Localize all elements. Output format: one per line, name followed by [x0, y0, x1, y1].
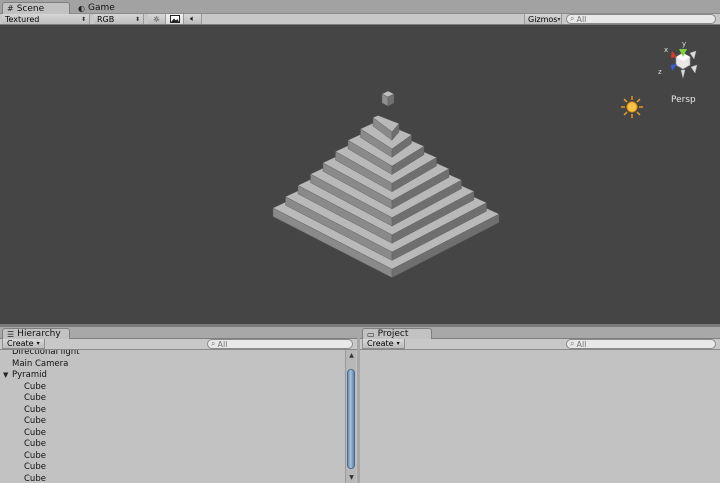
- scene-audio-toggle[interactable]: 🔈︎: [184, 14, 202, 24]
- tab-game-label: Game: [87, 3, 115, 13]
- scroll-down-icon[interactable]: ▼: [347, 473, 356, 482]
- tab-hierarchy[interactable]: ☰ Hierarchy: [2, 328, 70, 339]
- search-icon: ⌕: [570, 14, 575, 23]
- folder-icon: ▭: [367, 329, 375, 339]
- hierarchy-search[interactable]: ⌕: [207, 339, 353, 349]
- project-create-button[interactable]: Create ▾: [362, 339, 405, 349]
- dropdown-arrow-icon: ⬍: [80, 15, 86, 23]
- scroll-thumb[interactable]: [347, 369, 355, 469]
- hierarchy-item-label: Cube: [24, 404, 46, 415]
- tab-hierarchy-label: Hierarchy: [17, 329, 61, 339]
- color-mode-dropdown[interactable]: RGB ⬍: [94, 14, 144, 24]
- projection-label[interactable]: Persp: [671, 95, 696, 105]
- hierarchy-item-label: Cube: [24, 393, 46, 403]
- hierarchy-item[interactable]: Cube: [15, 405, 46, 416]
- tab-game[interactable]: ◐ Game: [74, 2, 134, 14]
- gizmos-label: Gizmos: [528, 14, 558, 24]
- hierarchy-search-input[interactable]: [217, 340, 352, 348]
- scene-icon: #: [7, 4, 14, 13]
- gizmos-dropdown[interactable]: Gizmos ▾: [524, 14, 562, 24]
- hierarchy-item[interactable]: Cube: [15, 393, 46, 404]
- hierarchy-tabbar: ☰ Hierarchy: [0, 327, 357, 339]
- scene-toolbar: Textured ⬍ RGB ⬍ ☼ 🔈︎ Gizmos ▾ ⌕: [0, 14, 720, 25]
- scene-tabbar: # Scene ◐ Game: [0, 0, 720, 14]
- dropdown-arrow-icon: ▾: [396, 340, 400, 347]
- gizmo-z-cone: [671, 64, 677, 71]
- hierarchy-item[interactable]: Main Camera: [3, 359, 68, 370]
- orientation-gizmo[interactable]: y x z: [658, 40, 698, 79]
- tab-project-label: Project: [377, 329, 409, 339]
- gizmo-y-label: y: [682, 40, 686, 48]
- hierarchy-item-label: Cube: [24, 381, 46, 392]
- hierarchy-item-label: Cube: [24, 473, 46, 483]
- hierarchy-item[interactable]: Cube: [15, 474, 46, 483]
- hierarchy-scrollbar[interactable]: ▲ ▼: [345, 350, 356, 483]
- create-label: Create: [367, 339, 394, 348]
- gizmo-z-label: z: [658, 68, 662, 76]
- tab-scene-label: Scene: [16, 3, 45, 14]
- hierarchy-item[interactable]: Cube: [15, 451, 46, 462]
- hierarchy-item[interactable]: Cube: [15, 428, 46, 439]
- search-icon: ⌕: [570, 339, 575, 348]
- hierarchy-item[interactable]: Cube: [15, 439, 46, 450]
- scene-viewport[interactable]: y x z Persp: [0, 25, 720, 324]
- scene-canvas[interactable]: y x z: [0, 25, 720, 324]
- hierarchy-item-label: Cube: [24, 416, 46, 426]
- render-mode-value: Textured: [5, 14, 40, 24]
- scene-overlay-toggle[interactable]: [166, 14, 184, 24]
- hierarchy-item[interactable]: ▼ Pyramid: [3, 370, 47, 381]
- hierarchy-item-label: Directional light: [12, 350, 80, 357]
- hierarchy-item-label: Cube: [24, 439, 46, 449]
- scene-search-input[interactable]: [576, 15, 715, 23]
- image-icon: [169, 15, 180, 23]
- dropdown-arrow-icon: ▾: [557, 15, 561, 23]
- tab-project[interactable]: ▭ Project: [362, 328, 432, 339]
- hierarchy-item[interactable]: Directional light: [3, 350, 80, 358]
- project-toolbar: Create ▾ ⌕: [360, 339, 720, 350]
- project-search[interactable]: ⌕: [566, 339, 716, 349]
- scene-search[interactable]: ⌕: [566, 14, 716, 24]
- project-search-input[interactable]: [576, 340, 715, 348]
- dropdown-arrow-icon: ▾: [36, 340, 40, 347]
- hierarchy-item-label: Cube: [24, 462, 46, 472]
- hierarchy-item-label: Pyramid: [12, 370, 47, 380]
- scene-panel: # Scene ◐ Game Textured ⬍ RGB ⬍ ☼ 🔈︎ Giz…: [0, 0, 720, 324]
- hierarchy-panel: ☰ Hierarchy Create ▾ ⌕ Directional light…: [0, 327, 357, 483]
- color-mode-value: RGB: [97, 14, 115, 24]
- project-tabbar: ▭ Project: [360, 327, 720, 339]
- game-icon: ◐: [78, 3, 85, 13]
- list-icon: ☰: [7, 329, 15, 339]
- project-content[interactable]: [360, 350, 720, 483]
- hierarchy-item[interactable]: Cube: [15, 382, 46, 393]
- directional-light-icon[interactable]: [621, 96, 643, 118]
- gizmo-x-cone: [671, 51, 677, 58]
- speaker-icon: 🔈︎: [190, 14, 195, 23]
- pyramid-object[interactable]: [272, 90, 500, 278]
- sun-icon: ☼: [152, 14, 161, 24]
- gizmo-x-label: x: [664, 46, 668, 54]
- scroll-up-icon[interactable]: ▲: [347, 351, 356, 360]
- hierarchy-tree: Directional light Main Camera ▼ Pyramid Cube…: [0, 350, 345, 483]
- dropdown-arrow-icon: ⬍: [134, 15, 140, 23]
- tab-scene[interactable]: # Scene: [2, 2, 70, 14]
- expand-arrow-icon[interactable]: ▼: [3, 371, 12, 379]
- hierarchy-item-label: Main Camera: [12, 358, 69, 369]
- scene-lighting-toggle[interactable]: ☼: [148, 14, 166, 24]
- create-label: Create: [7, 339, 34, 348]
- hierarchy-item-label: Cube: [24, 450, 46, 461]
- hierarchy-item[interactable]: Cube: [15, 462, 46, 473]
- hierarchy-create-button[interactable]: Create ▾: [2, 339, 45, 349]
- hierarchy-item-label: Cube: [24, 427, 46, 438]
- render-mode-dropdown[interactable]: Textured ⬍: [2, 14, 90, 24]
- hierarchy-item[interactable]: Cube: [15, 416, 46, 427]
- project-panel: ▭ Project Create ▾ ⌕: [360, 327, 720, 483]
- search-icon: ⌕: [211, 339, 216, 348]
- hierarchy-toolbar: Create ▾ ⌕: [0, 339, 357, 350]
